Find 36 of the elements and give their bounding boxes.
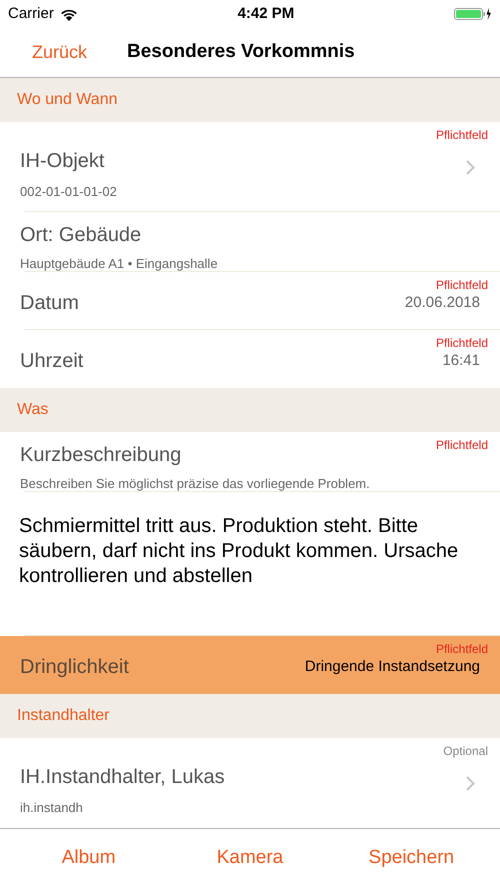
- row-subtitle: ih.instandh: [20, 799, 84, 817]
- battery-icon: [454, 7, 492, 21]
- description-text[interactable]: Schmiermittel tritt aus. Produktion steht. Bitte säubern, darf nicht ins Produkt kommen. Ursache kontrollieren und abstellen: [19, 514, 486, 589]
- toolbar-button[interactable]: Album: [14, 844, 164, 873]
- row-value: Dringende Instandsetzung: [304, 656, 480, 677]
- required-label: Pflichtfeld: [436, 127, 488, 144]
- status-time: 4:42 PM: [238, 4, 294, 24]
- required-label: Pflichtfeld: [436, 437, 488, 454]
- row-title: Ort: Gebäude: [20, 223, 142, 248]
- required-label: Pflichtfeld: [436, 335, 488, 352]
- row-subtitle: 002-01-01-01-02: [20, 183, 117, 201]
- toolbar-button[interactable]: Kamera: [174, 844, 325, 873]
- toolbar-button[interactable]: Speichern: [336, 844, 486, 873]
- row-subtitle: Hauptgebäude A1 • Eingangshalle: [20, 255, 218, 273]
- chevron-icon[interactable]: [466, 160, 475, 175]
- row-title: Dringlichkeit: [20, 655, 129, 680]
- row-title: IH-Objekt: [20, 149, 106, 174]
- screen-title: Besonderes Vorkommnis: [127, 40, 355, 64]
- row-title: Kurzbeschreibung: [20, 443, 182, 468]
- required-label: Pflichtfeld: [436, 277, 488, 294]
- section-header: Instandhalter: [17, 706, 110, 726]
- row-value: 16:41: [442, 350, 480, 371]
- back-button[interactable]: Zurück: [32, 39, 88, 66]
- section-header: Wo und Wann: [17, 90, 118, 110]
- wifi-icon: [60, 8, 78, 20]
- optional-label: Optional: [443, 743, 488, 760]
- row-subtitle: Beschreiben Sie möglichst präzise das vorliegende Problem.: [20, 475, 370, 493]
- chevron-icon[interactable]: [466, 776, 475, 791]
- carrier-label: Carrier: [8, 4, 54, 24]
- row-value: 20.06.2018: [404, 292, 480, 313]
- row-title: IH.Instandhalter, Lukas: [20, 765, 225, 790]
- section-header: Was: [17, 400, 48, 420]
- highlighted-row[interactable]: Pflichtfeld Dringlichkeit Dringende Instandsetzung: [0, 636, 500, 694]
- row-title: Uhrzeit: [20, 349, 84, 374]
- row-title: Datum: [20, 291, 79, 316]
- required-label: Pflichtfeld: [436, 641, 488, 658]
